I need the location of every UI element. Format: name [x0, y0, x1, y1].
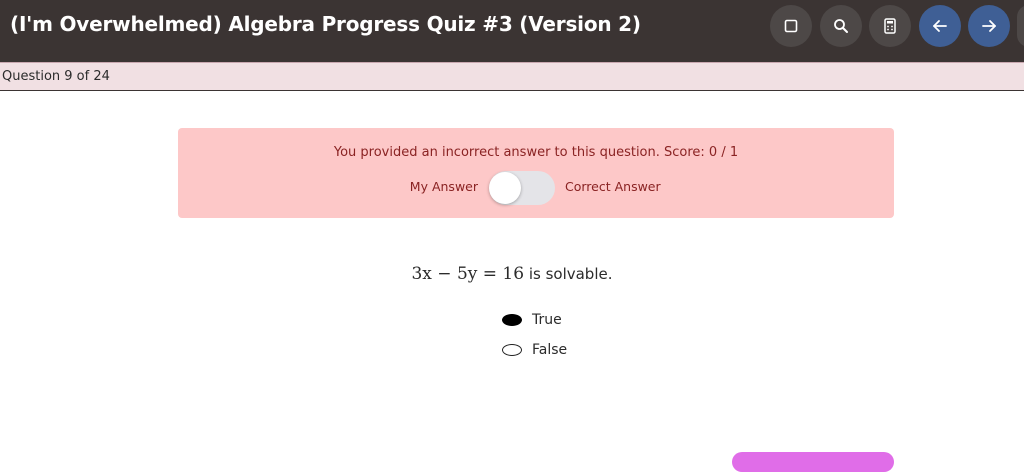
previous-question-button[interactable]: [919, 5, 961, 47]
calculator-button[interactable]: [869, 5, 911, 47]
feedback-message: You provided an incorrect answer to this…: [333, 145, 739, 160]
option-false[interactable]: False: [502, 340, 567, 360]
equation: 3x − 5y = 16: [411, 264, 525, 284]
radio-true[interactable]: [502, 314, 522, 326]
quiz-title: (I'm Overwhelmed) Algebra Progress Quiz …: [10, 12, 641, 36]
answer-toggle[interactable]: [489, 171, 555, 205]
option-label-false: False: [532, 342, 568, 358]
fullscreen-button[interactable]: [770, 5, 812, 47]
question-bar: Question 9 of 24: [0, 62, 1024, 91]
option-label-true: True: [532, 312, 562, 328]
question-counter: Question 9 of 24: [2, 69, 110, 84]
square-icon: [784, 19, 798, 33]
header-bar: (I'm Overwhelmed) Algebra Progress Quiz …: [0, 0, 1024, 62]
search-button[interactable]: [820, 5, 862, 47]
question-text: 3x − 5y = 16 is solvable.: [0, 264, 1024, 284]
next-question-button[interactable]: [968, 5, 1010, 47]
correct-answer-label: Correct Answer: [565, 179, 661, 194]
arrow-right-icon: [981, 19, 997, 33]
question-statement: is solvable.: [528, 265, 613, 283]
overflow-button[interactable]: [1017, 5, 1024, 47]
search-icon: [833, 18, 849, 34]
toggle-knob: [489, 172, 521, 204]
feedback-banner: You provided an incorrect answer to this…: [178, 128, 894, 218]
arrow-left-icon: [932, 19, 948, 33]
radio-false[interactable]: [502, 344, 522, 356]
option-true[interactable]: True: [502, 310, 562, 330]
calculator-icon: [883, 18, 897, 34]
submit-button[interactable]: [732, 452, 894, 472]
my-answer-label: My Answer: [409, 179, 478, 194]
